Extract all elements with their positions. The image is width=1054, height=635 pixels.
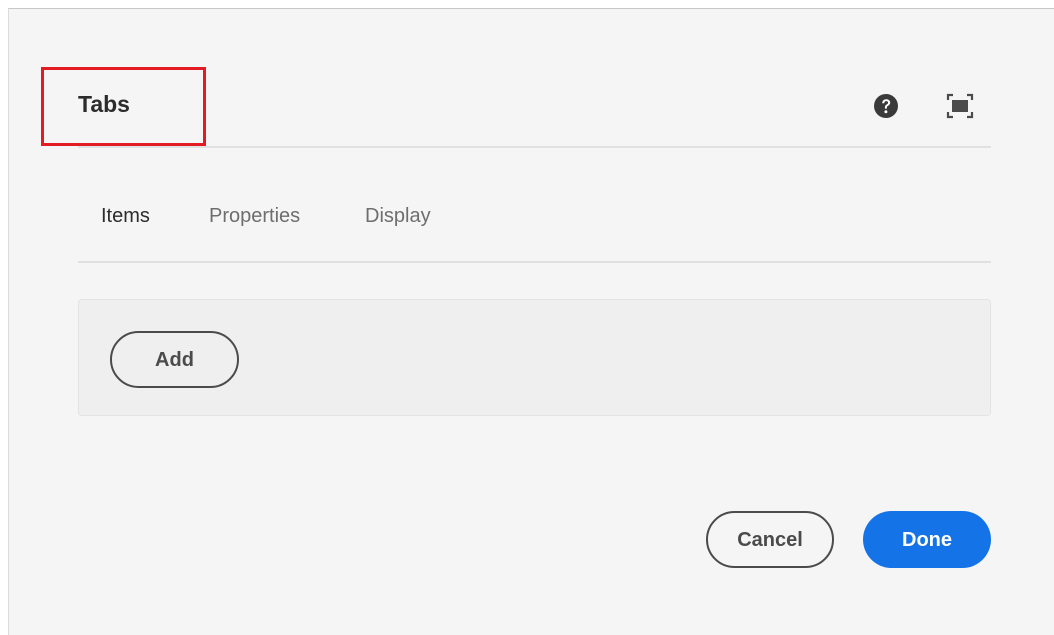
dialog: Tabs Items Properties Display Add Cancel… (8, 8, 1054, 635)
dialog-title: Tabs (78, 91, 130, 117)
header-divider (78, 146, 991, 148)
add-button[interactable]: Add (110, 331, 239, 388)
done-button[interactable]: Done (863, 511, 991, 568)
tab-items[interactable]: Items (101, 205, 150, 228)
items-panel: Add (78, 299, 991, 416)
help-circle-icon[interactable] (873, 93, 899, 119)
cancel-button[interactable]: Cancel (706, 511, 834, 568)
fullscreen-icon[interactable] (946, 93, 974, 119)
tab-list: Items Properties Display (78, 205, 991, 263)
tab-display[interactable]: Display (365, 205, 431, 228)
tabs-divider (78, 261, 991, 263)
tab-properties[interactable]: Properties (209, 205, 300, 228)
